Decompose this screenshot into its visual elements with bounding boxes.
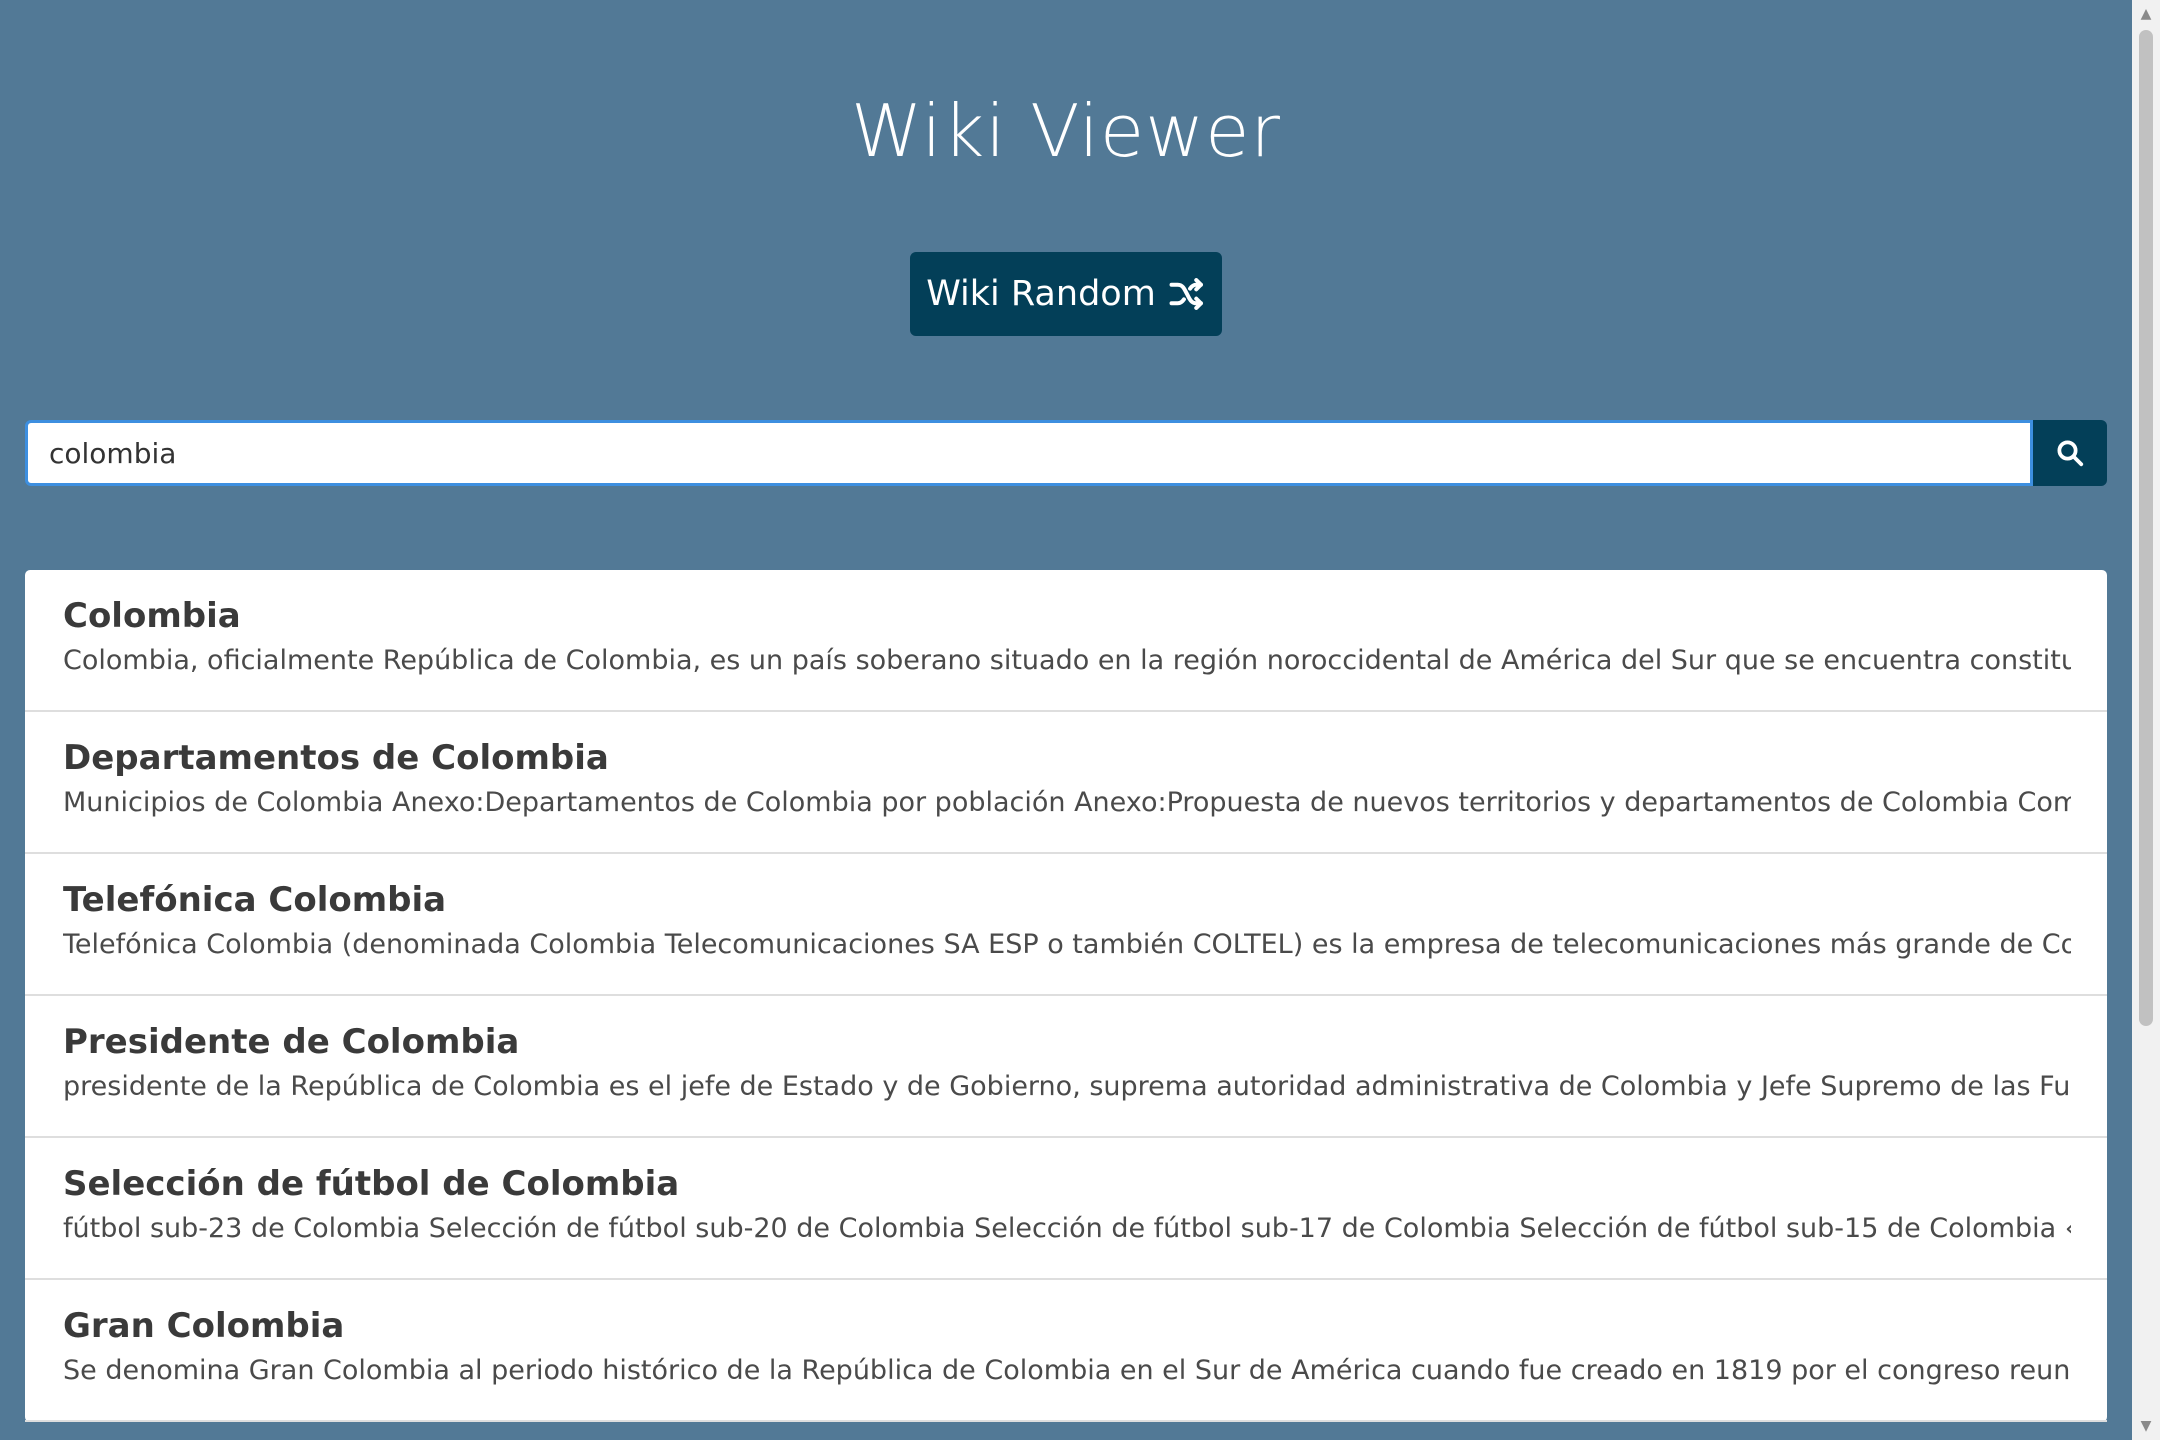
result-snippet: Municipios de Colombia Anexo:Departament… <box>63 787 2071 818</box>
result-snippet: fútbol sub-23 de Colombia Selección de f… <box>63 1213 2071 1244</box>
result-title[interactable]: Presidente de Colombia <box>63 1022 2071 1062</box>
wiki-random-label: Wiki Random <box>926 274 1156 314</box>
shuffle-icon <box>1169 278 1203 310</box>
result-title[interactable]: Selección de fútbol de Colombia <box>63 1164 2071 1204</box>
result-title[interactable]: Colombia <box>63 596 2071 636</box>
result-item[interactable]: Gran Colombia Se denomina Gran Colombia … <box>25 1280 2107 1422</box>
results-list: Colombia Colombia, oficialmente Repúblic… <box>25 570 2107 1422</box>
search-input[interactable]: colombia <box>25 420 2033 486</box>
result-snippet: Telefónica Colombia (denominada Colombia… <box>63 929 2071 960</box>
result-snippet: Se denomina Gran Colombia al periodo his… <box>63 1355 2071 1386</box>
result-snippet: Colombia, oficialmente República de Colo… <box>63 645 2071 676</box>
search-input-value: colombia <box>49 436 177 470</box>
main-content: Wiki Viewer Wiki Random colombia Colombi… <box>0 0 2132 1440</box>
result-item[interactable]: Presidente de Colombia presidente de la … <box>25 996 2107 1138</box>
result-snippet: presidente de la República de Colombia e… <box>63 1071 2071 1102</box>
result-item[interactable]: Departamentos de Colombia Municipios de … <box>25 712 2107 854</box>
search-bar: colombia <box>25 420 2107 486</box>
result-item[interactable]: Colombia Colombia, oficialmente Repúblic… <box>25 570 2107 712</box>
page-title: Wiki Viewer <box>851 89 1281 173</box>
scrollbar-thumb[interactable] <box>2139 30 2153 1026</box>
scroll-up-arrow-icon[interactable]: ▲ <box>2132 0 2160 28</box>
wiki-random-button[interactable]: Wiki Random <box>910 252 1222 336</box>
vertical-scrollbar[interactable]: ▲ ▼ <box>2132 0 2160 1440</box>
result-title[interactable]: Gran Colombia <box>63 1306 2071 1346</box>
result-item[interactable]: Selección de fútbol de Colombia fútbol s… <box>25 1138 2107 1280</box>
search-icon <box>2057 440 2084 467</box>
scroll-down-arrow-icon[interactable]: ▼ <box>2132 1412 2160 1440</box>
result-title[interactable]: Departamentos de Colombia <box>63 738 2071 778</box>
page: Wiki Viewer Wiki Random colombia Colombi… <box>0 0 2160 1440</box>
search-button[interactable] <box>2033 420 2107 486</box>
result-title[interactable]: Telefónica Colombia <box>63 880 2071 920</box>
result-item[interactable]: Telefónica Colombia Telefónica Colombia … <box>25 854 2107 996</box>
